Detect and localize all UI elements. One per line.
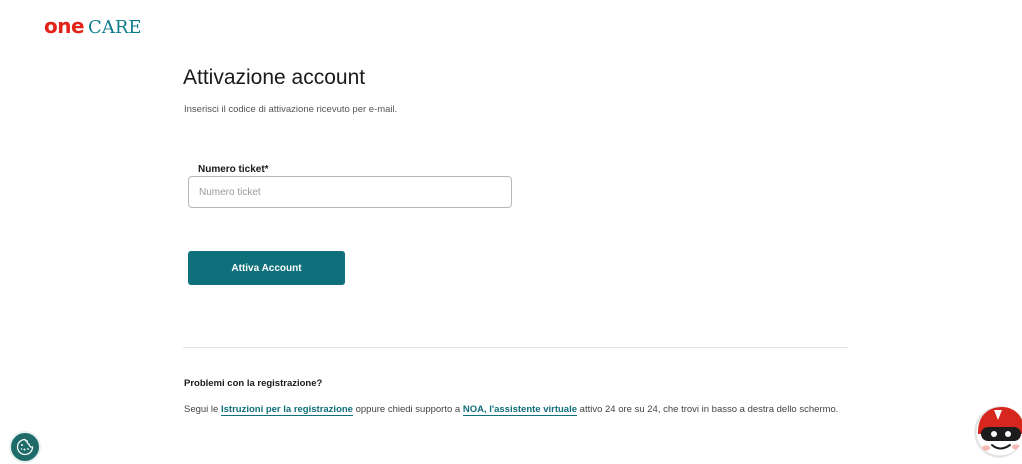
help-heading: Problemi con la registrazione? <box>184 378 323 389</box>
brand-logo[interactable]: one CARE <box>44 14 142 40</box>
ticket-input[interactable] <box>188 176 512 208</box>
page-subtitle: Inserisci il codice di attivazione ricev… <box>184 104 398 115</box>
cookie-icon <box>16 438 34 456</box>
page-title: Attivazione account <box>183 66 366 89</box>
help-text: Segui le Istruzioni per la registrazione… <box>184 402 864 417</box>
brand-logo-one: one <box>44 14 85 38</box>
noa-assistant-button[interactable] <box>972 402 1022 458</box>
help-text-part-3: attivo 24 ore su 24, che trovi in basso … <box>577 404 839 415</box>
cookie-settings-button[interactable] <box>9 431 41 463</box>
noa-assistant-avatar-icon <box>974 406 1022 458</box>
section-divider <box>183 347 848 348</box>
help-text-part-1: Segui le <box>184 404 221 415</box>
noa-assistant-link[interactable]: NOA, l'assistente virtuale <box>462 404 578 416</box>
activate-account-button[interactable]: Attiva Account <box>188 251 345 285</box>
brand-logo-care: CARE <box>88 17 142 38</box>
registration-instructions-link[interactable]: Istruzioni per la registrazione <box>220 404 353 416</box>
ticket-field-label: Numero ticket* <box>198 164 269 175</box>
help-text-part-2: oppure chiedi supporto a <box>352 404 463 415</box>
